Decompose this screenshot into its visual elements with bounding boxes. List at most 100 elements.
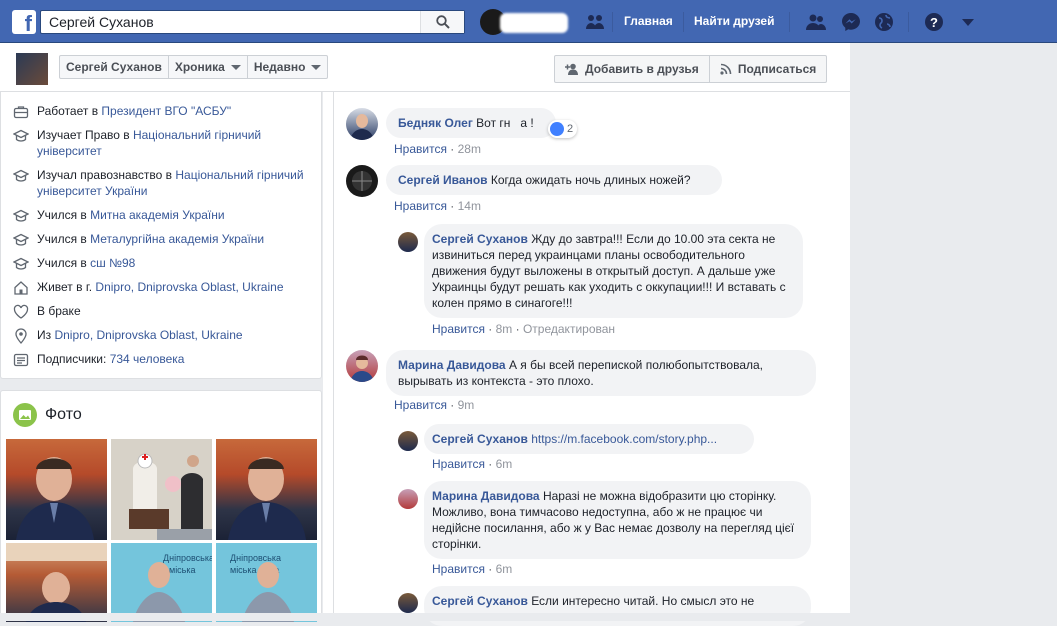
comment-text: Вот гн	[476, 116, 511, 130]
comment-time[interactable]: 28m	[458, 142, 481, 156]
follow-button[interactable]: Подписаться	[708, 56, 826, 82]
reaction-summary[interactable]: 2	[548, 120, 578, 138]
commenter-name[interactable]: Сергей Суханов	[432, 432, 528, 446]
photos-header[interactable]: Фото	[13, 403, 82, 427]
search-button[interactable]	[420, 11, 464, 33]
facebook-logo-icon[interactable]: f	[12, 10, 36, 34]
like-link[interactable]: Нравится	[394, 199, 447, 213]
intro-link[interactable]: Dnipro, Dniprovska Oblast, Ukraine	[54, 328, 242, 342]
photo-thumbnail[interactable]: Дніпровська міська	[111, 543, 212, 622]
followers-icon	[13, 353, 29, 367]
graduation-cap-icon	[13, 169, 29, 182]
intro-text: Учился в	[37, 256, 91, 270]
edited-label[interactable]: Отредактирован	[523, 322, 615, 336]
graduation-cap-icon	[13, 129, 29, 142]
graduation-cap-icon	[13, 257, 29, 270]
like-link[interactable]: Нравится	[394, 142, 447, 156]
comment-link[interactable]: https://m.facebook.com/story.php...	[531, 432, 717, 446]
intro-link[interactable]: сш №98	[90, 256, 135, 270]
comment-time[interactable]: 6m	[496, 562, 513, 576]
breadcrumb-profile-name[interactable]: Сергей Суханов	[60, 56, 169, 78]
like-link[interactable]: Нравится	[432, 562, 485, 576]
photo-thumbnail[interactable]	[216, 439, 317, 540]
photos-card: Фото Дніпровська міська Дніпровська міська…	[0, 390, 322, 622]
like-link[interactable]: Нравится	[432, 457, 485, 471]
intro-education: Учился в Металургійна академія України	[13, 231, 313, 248]
profile-thumbnail[interactable]	[16, 53, 48, 85]
svg-text:міська: міська	[169, 565, 196, 575]
intro-hometown: Из Dnipro, Dniprovska Oblast, Ukraine	[13, 327, 313, 344]
like-link[interactable]: Нравится	[394, 398, 447, 412]
intro-link[interactable]: Митна академія України	[90, 208, 224, 222]
intro-text: Учился в	[37, 232, 91, 246]
nav-home-link[interactable]: Главная	[624, 14, 673, 28]
search-icon	[436, 15, 450, 29]
commenter-name[interactable]: Марина Давидова	[432, 489, 540, 503]
commenter-name[interactable]: Сергей Суханов	[432, 232, 528, 246]
intro-link[interactable]: Президент ВГО "АСБУ"	[101, 104, 231, 118]
commenter-name[interactable]: Сергей Иванов	[398, 173, 488, 187]
breadcrumb: Сергей Суханов Хроника Недавно	[59, 55, 329, 79]
messenger-icon[interactable]	[840, 11, 862, 33]
notifications-globe-icon[interactable]	[873, 11, 895, 33]
page-bottom-edge	[0, 613, 1057, 621]
avatar[interactable]	[398, 232, 418, 252]
add-friend-button[interactable]: Добавить в друзья	[555, 56, 709, 82]
avatar[interactable]	[398, 489, 418, 509]
friends-icon[interactable]	[805, 11, 827, 33]
profile-actions: Добавить в друзья Подписаться	[554, 55, 828, 83]
intro-education: Изучал правознавство в Національний гірн…	[13, 167, 313, 199]
recent-label: Недавно	[253, 60, 306, 74]
intro-work: Работает в Президент ВГО "АСБУ"	[13, 103, 313, 120]
commenter-name[interactable]: Бедняк Олег	[398, 116, 473, 130]
heart-icon	[13, 304, 29, 319]
comment-time[interactable]: 6m	[496, 457, 513, 471]
comments-feed: Бедняк Олег Вот гн а ! 2 Нравится · 28m С…	[333, 92, 850, 626]
intro-followers: Подписчики: 734 человека	[13, 351, 313, 368]
avatar[interactable]	[346, 165, 378, 197]
photo-thumbnail[interactable]	[111, 439, 212, 540]
commenter-name[interactable]: Сергей Суханов	[432, 594, 528, 608]
like-link[interactable]: Нравится	[432, 322, 485, 336]
graduation-cap-icon	[13, 233, 29, 246]
search-input[interactable]	[41, 11, 421, 33]
comment-text: а !	[520, 116, 534, 130]
avatar[interactable]	[398, 593, 418, 613]
graduation-cap-icon	[13, 209, 29, 222]
photo-thumbnail[interactable]	[6, 543, 107, 622]
friend-requests-shortcut-icon[interactable]	[584, 11, 606, 33]
reaction-count: 2	[567, 123, 574, 135]
intro-link[interactable]: Dnipro, Dniprovska Oblast, Ukraine	[95, 280, 283, 294]
intro-text: Живет в г.	[37, 280, 96, 294]
svg-text:Дніпровська: Дніпровська	[230, 553, 281, 563]
avatar[interactable]	[346, 350, 378, 382]
add-friend-icon	[565, 63, 578, 75]
photo-thumbnail[interactable]: Дніпровська міська рада	[216, 543, 317, 622]
chevron-down-icon	[230, 64, 241, 70]
photos-icon	[13, 403, 37, 427]
intro-text: Учился в	[37, 208, 91, 222]
photo-thumbnail[interactable]	[6, 439, 107, 540]
briefcase-icon	[13, 106, 29, 119]
timeline-dropdown[interactable]: Хроника	[169, 56, 248, 78]
intro-link[interactable]: Металургійна академія України	[90, 232, 264, 246]
account-menu-chevron-down-icon[interactable]	[957, 11, 979, 33]
avatar[interactable]	[346, 108, 378, 140]
comment-meta: Нравится · 28m	[394, 142, 481, 156]
intro-text: Изучает Право в	[37, 128, 133, 142]
profile-avatar-redacted[interactable]	[480, 7, 568, 37]
comment-time[interactable]: 14m	[458, 199, 481, 213]
help-icon[interactable]: ?	[923, 11, 945, 33]
commenter-name[interactable]: Марина Давидова	[398, 358, 506, 372]
comment-time[interactable]: 8m	[496, 322, 513, 336]
home-icon	[14, 281, 28, 295]
nav-find-friends-link[interactable]: Найти друзей	[694, 14, 774, 28]
top-navigation-bar: f Главная Найти друзей ?	[0, 0, 1057, 43]
comment-bubble: Сергей Суханов Жду до завтра!!! Если до …	[424, 224, 803, 318]
intro-link[interactable]: 734 человека	[110, 352, 185, 366]
recent-dropdown[interactable]: Недавно	[248, 56, 328, 78]
comment-time[interactable]: 9m	[458, 398, 475, 412]
avatar[interactable]	[398, 431, 418, 451]
intro-card: Работает в Президент ВГО "АСБУ" Изучает …	[0, 92, 322, 379]
profile-name-label: Сергей Суханов	[66, 60, 162, 74]
